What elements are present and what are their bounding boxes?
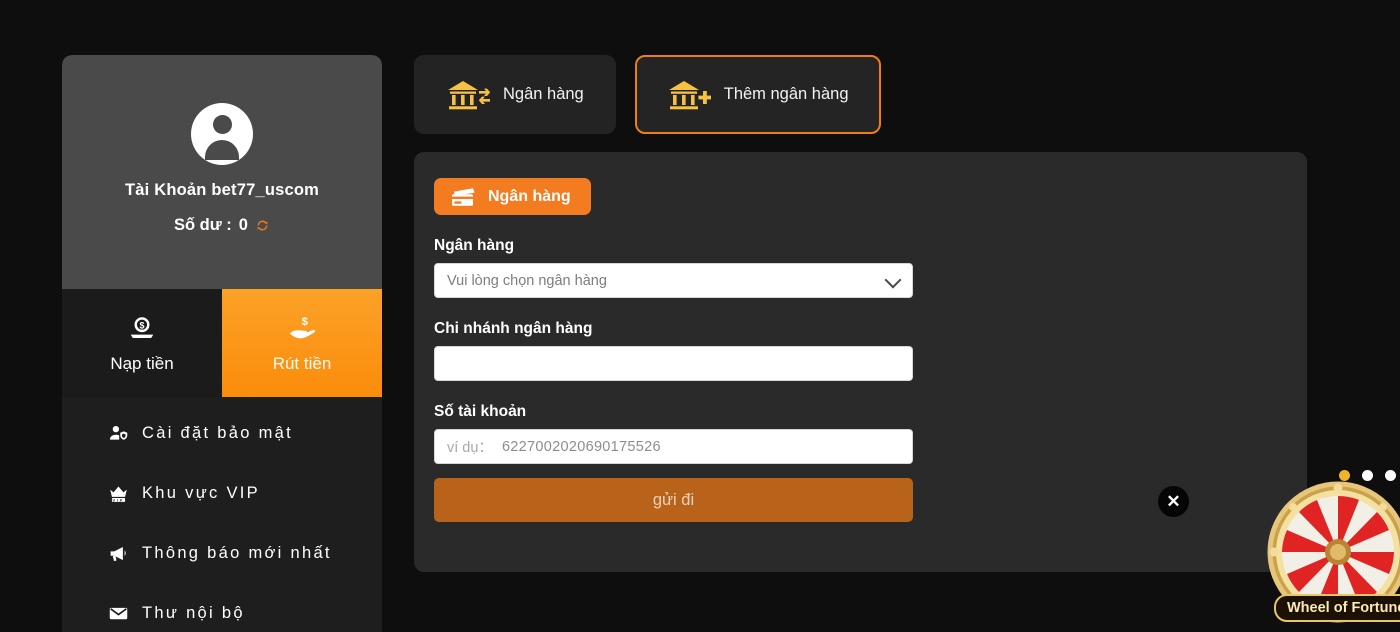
tab-add-bank[interactable]: Thêm ngân hàng: [634, 55, 881, 134]
app-root: Tài Khoản bet77_uscom Số dư : 0 $ Nạp ti…: [0, 0, 1400, 632]
envelope-icon: [107, 602, 129, 624]
vip-crown-icon: VIP: [107, 482, 129, 504]
branch-input[interactable]: [434, 346, 913, 381]
chevron-down-icon: [884, 271, 902, 288]
profile-panel: Tài Khoản bet77_uscom Số dư : 0: [62, 55, 382, 289]
bank-select[interactable]: Vui lòng chọn ngân hàng: [434, 263, 913, 298]
user-shield-icon: [107, 422, 129, 444]
sidebar-item-security-label: Cài đặt bảo mật: [142, 423, 293, 442]
sidebar-item-inbox[interactable]: Thư nội bộ: [62, 583, 382, 632]
fund-tabs: $ Nạp tiền $ Rút tiền: [62, 289, 382, 397]
credit-card-icon: [451, 187, 477, 207]
bank-add-icon: [667, 78, 712, 112]
account-line: Tài Khoản bet77_uscom: [125, 181, 319, 200]
account-number-input[interactable]: ví dụ： 6227002020690175526: [434, 429, 913, 464]
svg-text:$: $: [302, 316, 309, 328]
fund-tab-withdraw[interactable]: $ Rút tiền: [222, 289, 382, 397]
sidebar-item-announcements-label: Thông báo mới nhất: [142, 543, 332, 562]
sidebar-item-vip-label: Khu vực VIP: [142, 483, 260, 502]
sidebar-menu: Cài đặt bảo mật VIP Khu vực VIP Thông bá…: [62, 397, 382, 632]
close-icon[interactable]: ✕: [1158, 486, 1189, 517]
fund-tab-withdraw-label: Rút tiền: [272, 353, 332, 373]
sidebar-item-security[interactable]: Cài đặt bảo mật: [62, 403, 382, 463]
branch-field-label: Chi nhánh ngân hàng: [434, 320, 593, 337]
sidebar: Tài Khoản bet77_uscom Số dư : 0 $ Nạp ti…: [62, 55, 382, 632]
withdraw-hand-icon: $: [287, 313, 317, 343]
bank-transfer-icon: [446, 78, 491, 112]
svg-text:VIP: VIP: [112, 498, 124, 502]
bank-field-label: Ngân hàng: [434, 237, 515, 254]
wheel-of-fortune-widget[interactable]: ✕ Wheel of Fortune: [1158, 464, 1400, 632]
sidebar-item-inbox-label: Thư nội bộ: [142, 603, 245, 622]
tab-bank-list-label: Ngân hàng: [503, 85, 584, 103]
sidebar-item-announcements[interactable]: Thông báo mới nhất: [62, 523, 382, 583]
balance-value: 0: [238, 216, 248, 234]
svg-text:$: $: [140, 320, 145, 330]
top-tab-bar: Ngân hàng Thêm ngân hàng: [414, 55, 881, 134]
bank-select-value: Vui lòng chọn ngân hàng: [447, 272, 607, 289]
fund-tab-deposit-label: Nạp tiền: [110, 353, 174, 373]
refresh-icon[interactable]: [255, 218, 270, 233]
balance-label: Số dư :: [174, 216, 232, 234]
account-placeholder-prefix: ví dụ：: [447, 440, 493, 456]
wheel-title-label: Wheel of Fortune: [1274, 594, 1400, 622]
megaphone-icon: [107, 542, 129, 564]
account-name: bet77_uscom: [211, 181, 320, 199]
tab-bank-list[interactable]: Ngân hàng: [414, 55, 616, 134]
account-placeholder-number: 6227002020690175526: [501, 438, 661, 455]
bank-type-pill-label: Ngân hàng: [488, 187, 571, 205]
tab-add-bank-label: Thêm ngân hàng: [723, 85, 849, 103]
sidebar-item-vip[interactable]: VIP Khu vực VIP: [62, 463, 382, 523]
submit-button[interactable]: gửi đi: [434, 478, 913, 522]
user-avatar-icon: [191, 103, 253, 165]
account-field-label: Số tài khoản: [434, 403, 527, 420]
fund-tab-deposit[interactable]: $ Nạp tiền: [62, 289, 222, 397]
balance-line: Số dư : 0: [174, 216, 270, 235]
account-label: Tài Khoản: [124, 181, 207, 199]
bank-type-pill[interactable]: Ngân hàng: [434, 178, 591, 215]
deposit-coin-icon: $: [127, 313, 157, 343]
